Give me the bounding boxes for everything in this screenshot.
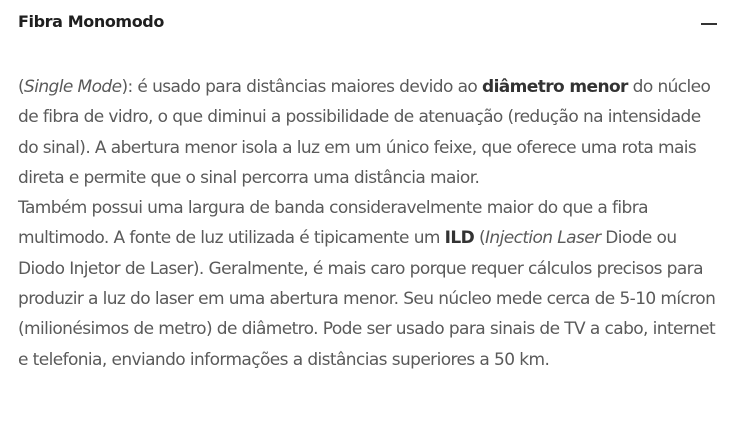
ild-term: ILD (444, 228, 475, 249)
accordion-header[interactable]: Fibra Monomodo (0, 0, 732, 48)
accordion-body: ( Single Mode): é usado para distâncias m… (18, 72, 718, 375)
accordion-title: Fibra Monomodo (18, 12, 164, 31)
minus-icon-bar (701, 23, 717, 25)
paragraph-bandwidth: Também possui uma largura de banda consi… (18, 193, 718, 375)
paragraph-text: Diode ou Diodo Injetor de Laser). Geralm… (18, 228, 716, 370)
paragraph-text: ( (474, 228, 486, 249)
diametro-menor-term: diâmetro menor (482, 77, 628, 97)
injection-laser-term: Injection Laser (485, 228, 601, 249)
minus-icon[interactable] (700, 12, 718, 32)
paragraph-text: ): é usado para distâncias maiores devid… (121, 77, 482, 97)
single-mode-term: Single Mode (24, 77, 122, 97)
paragraph-single-mode: (Single Mode): é usado para distâncias m… (18, 72, 718, 193)
accordion-panel: Fibra Monomodo ( Single Mode): é usado pa… (0, 0, 732, 447)
